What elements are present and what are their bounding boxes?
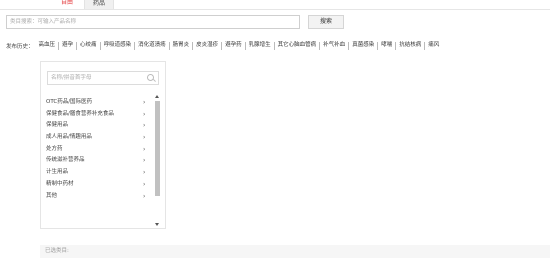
chevron-right-icon: ›: [143, 99, 146, 106]
publish-history: 发布历史： 高血压 避孕 心绞痛 呼吸道感染 消化道溃疡 肠胃炎 皮炎湿疹 避孕…: [6, 42, 442, 50]
history-item[interactable]: 抗结核病: [396, 42, 426, 50]
category-item-label: 其他: [46, 192, 58, 199]
chevron-right-icon: ›: [143, 122, 146, 130]
scroll-up-arrow-icon[interactable]: [155, 95, 159, 98]
history-label: 发布历史：: [6, 44, 34, 50]
chevron-right-icon: ›: [143, 192, 146, 200]
search-icon[interactable]: [147, 74, 154, 81]
history-item[interactable]: 消化道溃疡: [135, 42, 170, 50]
category-item[interactable]: 精制中药材 ›: [46, 179, 150, 191]
tab-medicine[interactable]: 药品: [84, 0, 114, 9]
history-item[interactable]: 乳腺增生: [246, 42, 275, 50]
category-item[interactable]: 计生用品 ›: [46, 167, 150, 179]
category-item-label: OTC药品/国际医药: [46, 99, 93, 105]
history-item[interactable]: 肠胃炎: [170, 42, 194, 50]
history-item[interactable]: 真菌感染: [349, 42, 379, 50]
category-item-label: 精制中药材: [46, 180, 74, 187]
history-item[interactable]: 高血压: [36, 42, 60, 50]
category-item-label: 保健用品: [46, 122, 69, 129]
history-item[interactable]: 避孕药: [222, 42, 246, 50]
category-item[interactable]: OTC药品/国际医药 ›: [46, 97, 150, 109]
history-item[interactable]: 补气补血: [320, 42, 350, 50]
chevron-right-icon: ›: [143, 169, 146, 177]
picker-search-input[interactable]: [47, 71, 159, 85]
history-item[interactable]: 心绞痛: [77, 42, 101, 50]
list-scrollbar[interactable]: [155, 95, 160, 226]
scroll-down-arrow-icon[interactable]: [155, 223, 159, 226]
history-item[interactable]: 皮炎湿疹: [193, 42, 223, 50]
category-search-input[interactable]: [6, 15, 300, 29]
chevron-right-icon: ›: [143, 110, 146, 118]
search-button[interactable]: 搜索: [308, 15, 344, 29]
category-item-label: 传统滋补营养品: [46, 157, 85, 164]
scrollbar-thumb[interactable]: [155, 101, 160, 196]
category-item[interactable]: 保健用品 ›: [46, 120, 150, 132]
category-item[interactable]: 成人用品/情趣用品 ›: [46, 132, 150, 144]
category-item[interactable]: 传统滋补营养品 ›: [46, 155, 150, 167]
category-item[interactable]: 其他 ›: [46, 191, 150, 203]
category-list: OTC药品/国际医药 › 保健食品/膳食营养补充食品 › 保健用品 › 成人用品…: [46, 97, 150, 202]
selected-category-bar: 已选类目:: [40, 245, 550, 258]
category-item[interactable]: 保健食品/膳食营养补充食品 ›: [46, 109, 150, 121]
history-item[interactable]: 呼吸道感染: [101, 42, 136, 50]
history-item[interactable]: 哮喘: [378, 42, 397, 50]
category-item-label: 计生用品: [46, 169, 69, 176]
category-item-label: 保健食品/膳食营养补充食品: [46, 110, 114, 117]
chevron-right-icon: ›: [143, 134, 146, 142]
history-item[interactable]: 其它心脑血管病: [275, 42, 321, 50]
chevron-right-icon: ›: [143, 145, 146, 153]
category-tabs: 自由 药品: [0, 0, 550, 10]
category-item[interactable]: 处方药 ›: [46, 144, 150, 156]
history-item[interactable]: 避孕: [59, 42, 78, 50]
category-item-label: 成人用品/情趣用品: [46, 134, 92, 141]
chevron-right-icon: ›: [143, 157, 146, 165]
category-picker: OTC药品/国际医药 › 保健食品/膳食营养补充食品 › 保健用品 › 成人用品…: [40, 61, 166, 229]
chevron-right-icon: ›: [143, 180, 146, 188]
selected-category-label: 已选类目:: [45, 248, 69, 254]
category-item-label: 处方药: [46, 145, 63, 152]
tab-free[interactable]: 自由: [57, 0, 77, 8]
history-item[interactable]: 痛风: [425, 42, 442, 50]
